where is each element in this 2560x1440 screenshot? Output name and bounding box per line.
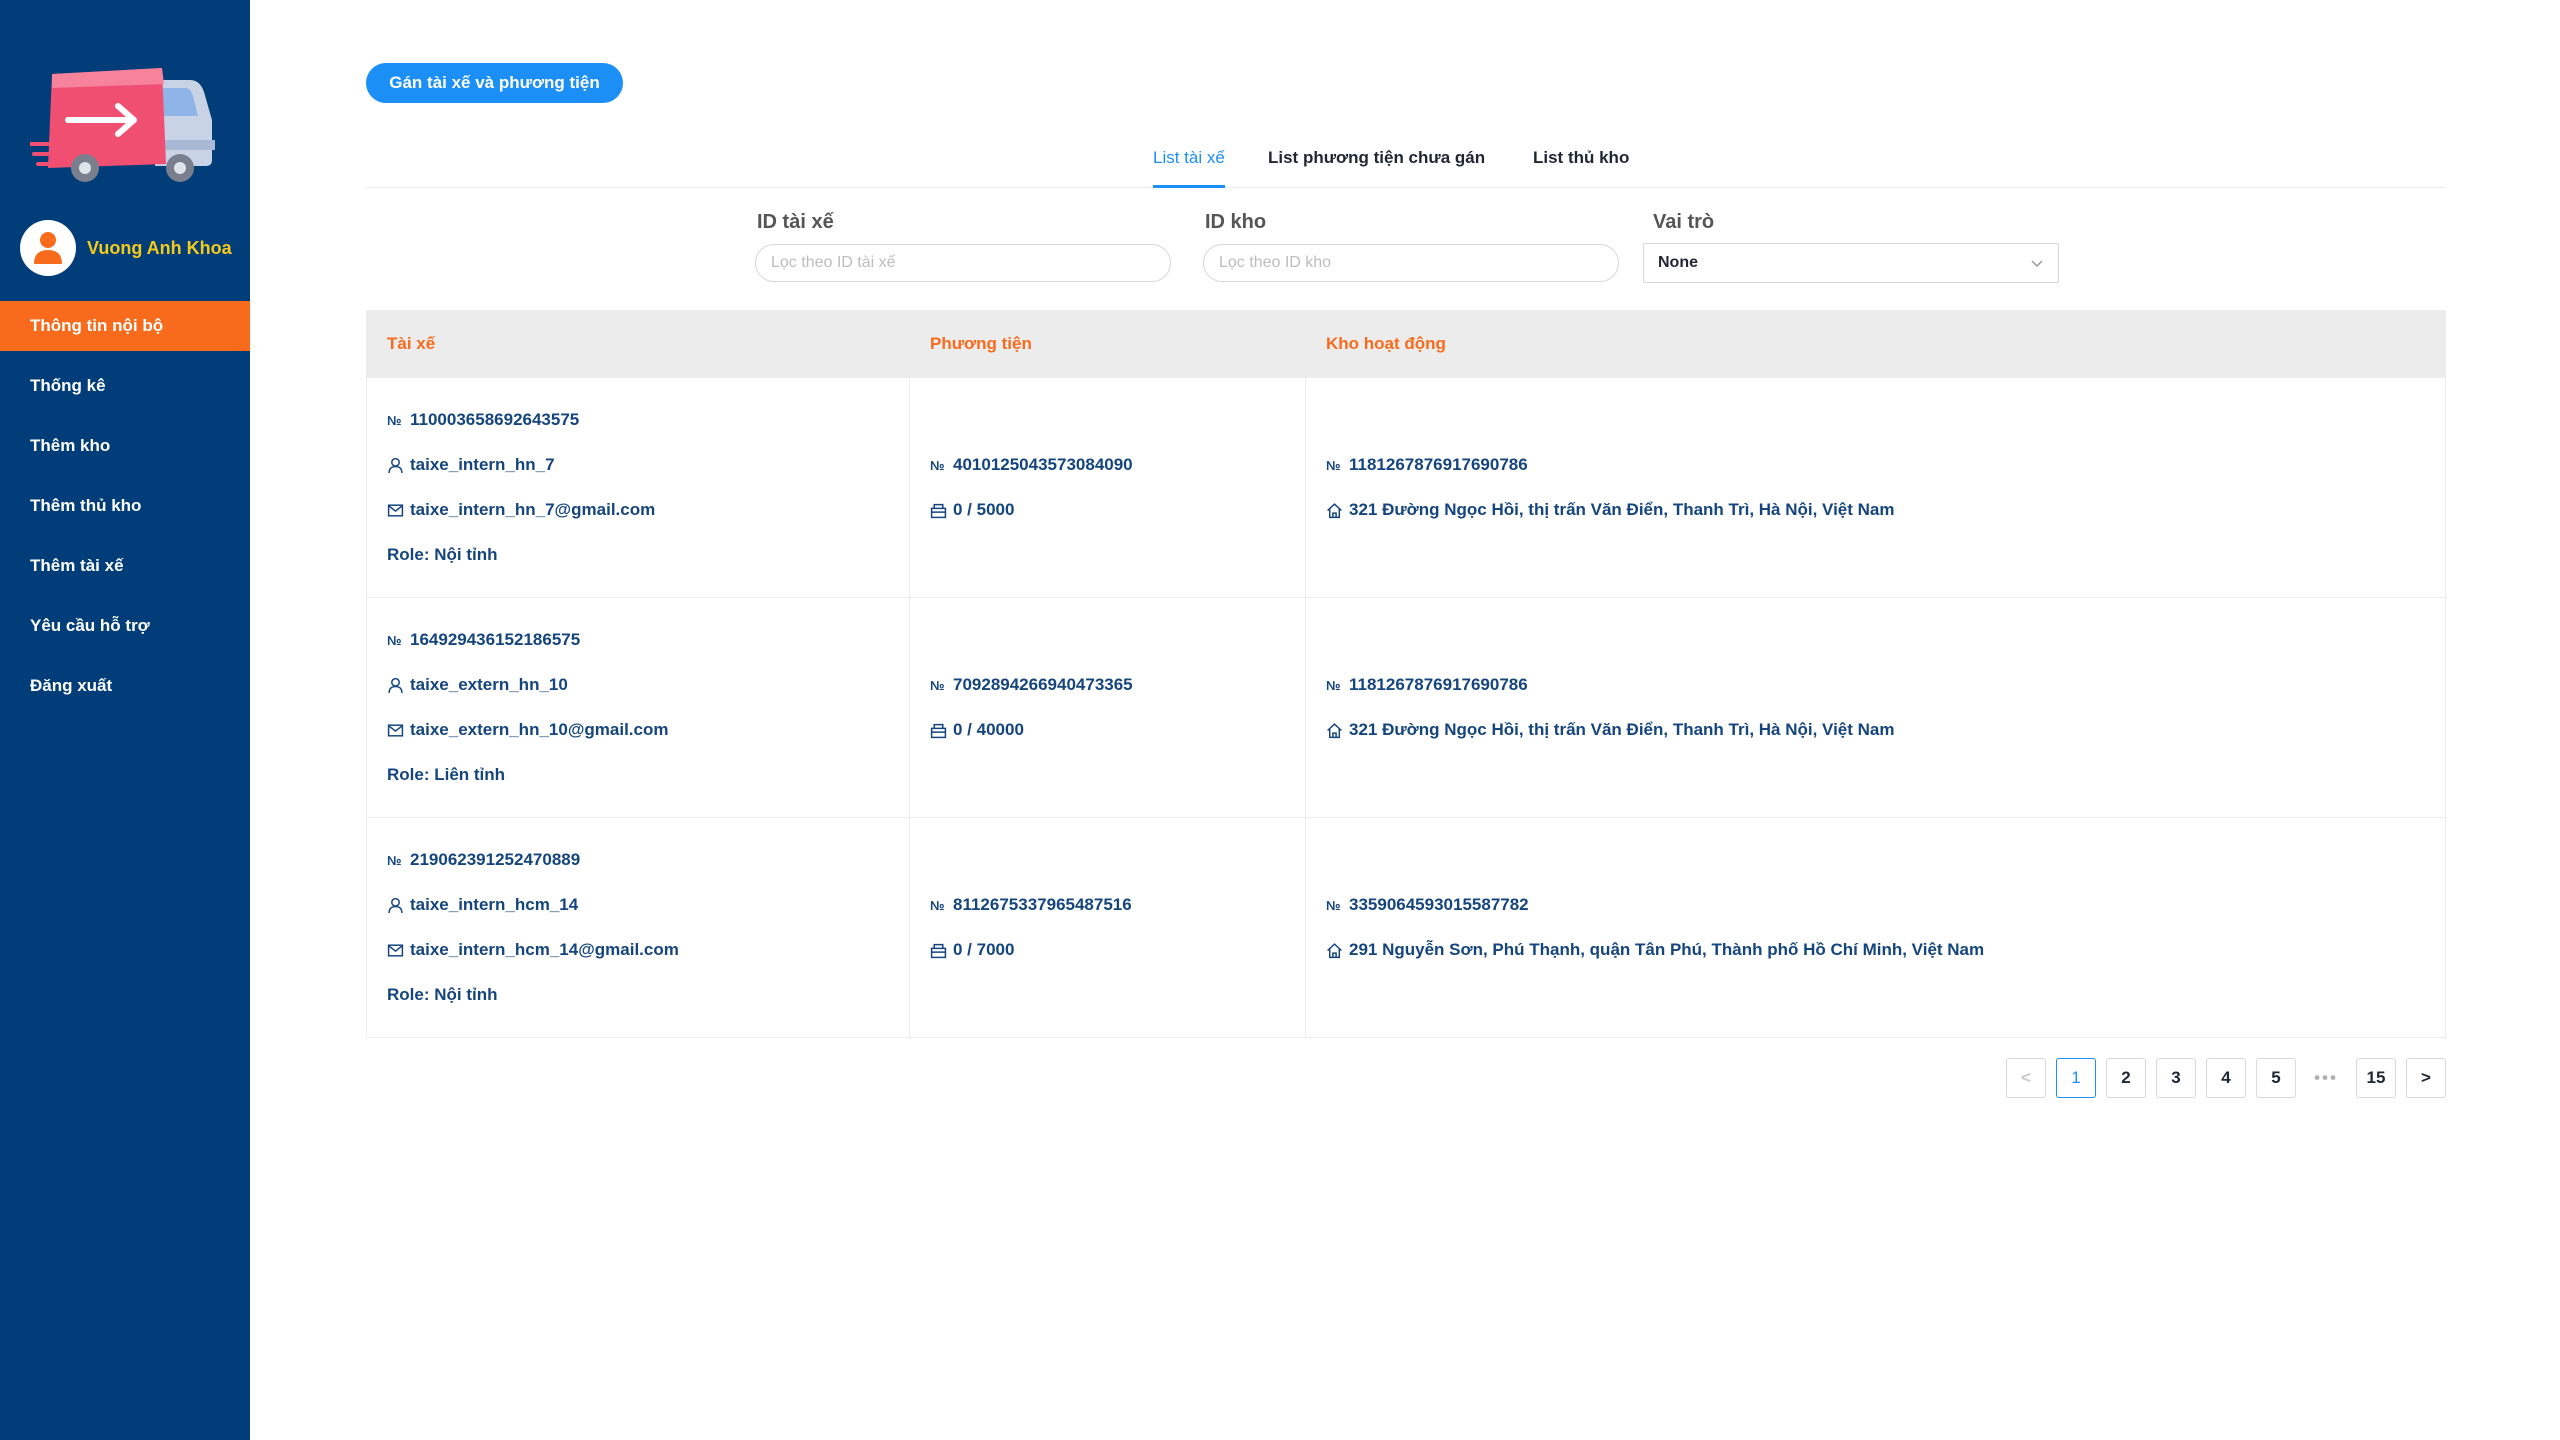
driver-cell: № 110003658692643575 taixe_intern_hn_7 ta… — [367, 378, 910, 597]
driver-username: taixe_intern_hn_7 — [410, 455, 555, 474]
driver-email: taixe_extern_hn_10@gmail.com — [410, 720, 669, 739]
warehouse-cell: № 3359064593015587782 291 Nguyễn Sơn, Phú… — [1306, 818, 2445, 1037]
page-button[interactable]: 3 — [2156, 1058, 2196, 1098]
number-sign-icon: № — [930, 897, 945, 913]
user-icon — [387, 897, 409, 914]
tab-storekeeper-list[interactable]: List thủ kho — [1533, 148, 1629, 188]
number-sign-icon: № — [930, 677, 945, 693]
driver-role: Role: Liên tỉnh — [387, 765, 506, 784]
vehicle-id: 7092894266940473365 — [953, 675, 1133, 694]
pagination: < 1 2 3 4 5 ••• 15 > — [2006, 1058, 2446, 1098]
number-sign-icon: № — [387, 412, 402, 428]
user-icon — [387, 677, 409, 694]
package-icon — [930, 722, 952, 739]
page-button[interactable]: 2 — [2106, 1058, 2146, 1098]
warehouse-address: 291 Nguyễn Sơn, Phú Thạnh, quận Tân Phú,… — [1349, 940, 1985, 959]
mail-icon — [387, 502, 409, 519]
warehouse-id: 1181267876917690786 — [1349, 675, 1528, 694]
driver-cell: № 219062391252470889 taixe_intern_hcm_14 … — [367, 818, 910, 1037]
package-icon — [930, 502, 952, 519]
vehicle-id: 8112675337965487516 — [953, 895, 1132, 914]
warehouse-cell: № 1181267876917690786 321 Đường Ngọc Hồi,… — [1306, 378, 2445, 597]
driver-id: 110003658692643575 — [410, 410, 580, 429]
warehouse-address: 321 Đường Ngọc Hồi, thị trấn Văn Điển, T… — [1349, 720, 1895, 739]
driver-id: 219062391252470889 — [410, 850, 581, 869]
column-header-warehouse: Kho hoạt động — [1326, 334, 1446, 353]
number-sign-icon: № — [1326, 897, 1341, 913]
mail-icon — [387, 942, 409, 959]
delivery-truck-logo — [28, 60, 220, 190]
number-sign-icon: № — [1326, 677, 1341, 693]
home-icon — [1326, 942, 1348, 959]
column-header-vehicle: Phương tiện — [930, 334, 1032, 353]
driver-id: 164929436152186575 — [410, 630, 581, 649]
warehouse-id: 1181267876917690786 — [1349, 455, 1528, 474]
column-header-driver: Tài xế — [387, 334, 436, 353]
home-icon — [1326, 722, 1348, 739]
sidebar-item-logout[interactable]: Đăng xuất — [0, 661, 250, 711]
page-ellipsis[interactable]: ••• — [2306, 1058, 2346, 1098]
vehicle-capacity: 0 / 40000 — [953, 720, 1024, 739]
driver-cell: № 164929436152186575 taixe_extern_hn_10 t… — [367, 598, 910, 817]
tab-driver-list[interactable]: List tài xế — [1153, 148, 1225, 188]
table-row: № 164929436152186575 taixe_extern_hn_10 t… — [367, 598, 2445, 818]
number-sign-icon: № — [387, 632, 402, 648]
sidebar-item-statistics[interactable]: Thống kê — [0, 361, 250, 411]
number-sign-icon: № — [930, 457, 945, 473]
number-sign-icon: № — [387, 852, 402, 868]
warehouse-id: 3359064593015587782 — [1349, 895, 1529, 914]
role-select[interactable]: None — [1643, 243, 2059, 283]
driver-role: Role: Nội tỉnh — [387, 985, 498, 1004]
avatar — [20, 220, 76, 276]
page-button[interactable]: 5 — [2256, 1058, 2296, 1098]
vehicle-cell: № 7092894266940473365 0 / 40000 — [910, 598, 1306, 817]
vehicle-capacity: 0 / 5000 — [953, 500, 1015, 519]
role-select-value: None — [1658, 254, 1698, 271]
number-sign-icon: № — [1326, 457, 1341, 473]
table-row: № 110003658692643575 taixe_intern_hn_7 ta… — [367, 378, 2445, 598]
driver-id-filter-label: ID tài xế — [757, 211, 834, 233]
user-name: Vuong Anh Khoa — [87, 237, 232, 258]
user-profile: Vuong Anh Khoa — [20, 220, 232, 276]
sidebar-nav: Thông tin nội bộ Thống kê Thêm kho Thêm … — [0, 301, 250, 721]
driver-table: Tài xế Phương tiện Kho hoạt động № 110003… — [366, 310, 2446, 1038]
chevron-down-icon — [2031, 260, 2043, 268]
table-header: Tài xế Phương tiện Kho hoạt động — [367, 310, 2445, 378]
mail-icon — [387, 722, 409, 739]
sidebar-item-add-storekeeper[interactable]: Thêm thủ kho — [0, 481, 250, 531]
page-button[interactable]: 4 — [2206, 1058, 2246, 1098]
home-icon — [1326, 502, 1348, 519]
tab-unassigned-vehicles[interactable]: List phương tiện chưa gán — [1268, 148, 1485, 188]
role-filter-label: Vai trò — [1653, 211, 1715, 233]
table-row: № 219062391252470889 taixe_intern_hcm_14 … — [367, 818, 2445, 1038]
vehicle-id: 4010125043573084090 — [953, 455, 1133, 474]
sidebar: Vuong Anh Khoa Thông tin nội bộ Thống kê… — [0, 0, 250, 1440]
driver-email: taixe_intern_hcm_14@gmail.com — [410, 940, 679, 959]
prev-page-button[interactable]: < — [2006, 1058, 2046, 1098]
driver-username: taixe_extern_hn_10 — [410, 675, 568, 694]
sidebar-item-support-request[interactable]: Yêu cầu hỗ trợ — [0, 601, 250, 651]
warehouse-cell: № 1181267876917690786 321 Đường Ngọc Hồi,… — [1306, 598, 2445, 817]
page-button[interactable]: 15 — [2356, 1058, 2396, 1098]
next-page-button[interactable]: > — [2406, 1058, 2446, 1098]
package-icon — [930, 942, 952, 959]
warehouse-id-filter-input[interactable] — [1203, 244, 1619, 282]
sidebar-item-internal-info[interactable]: Thông tin nội bộ — [0, 301, 250, 351]
page-button[interactable]: 1 — [2056, 1058, 2096, 1098]
sidebar-item-add-driver[interactable]: Thêm tài xế — [0, 541, 250, 591]
vehicle-cell: № 8112675337965487516 0 / 7000 — [910, 818, 1306, 1037]
driver-id-filter-input[interactable] — [755, 244, 1171, 282]
vehicle-capacity: 0 / 7000 — [953, 940, 1015, 959]
assign-driver-vehicle-button[interactable]: Gán tài xế và phương tiện — [366, 63, 623, 103]
user-icon — [387, 457, 409, 474]
warehouse-id-filter-label: ID kho — [1205, 211, 1267, 233]
driver-email: taixe_intern_hn_7@gmail.com — [410, 500, 656, 519]
tab-bar: List tài xế List phương tiện chưa gán Li… — [366, 140, 2446, 188]
vehicle-cell: № 4010125043573084090 0 / 5000 — [910, 378, 1306, 597]
driver-role: Role: Nội tỉnh — [387, 545, 498, 564]
warehouse-address: 321 Đường Ngọc Hồi, thị trấn Văn Điển, T… — [1349, 500, 1895, 519]
user-avatar-icon — [34, 232, 62, 264]
sidebar-item-add-warehouse[interactable]: Thêm kho — [0, 421, 250, 471]
driver-username: taixe_intern_hcm_14 — [410, 895, 579, 914]
